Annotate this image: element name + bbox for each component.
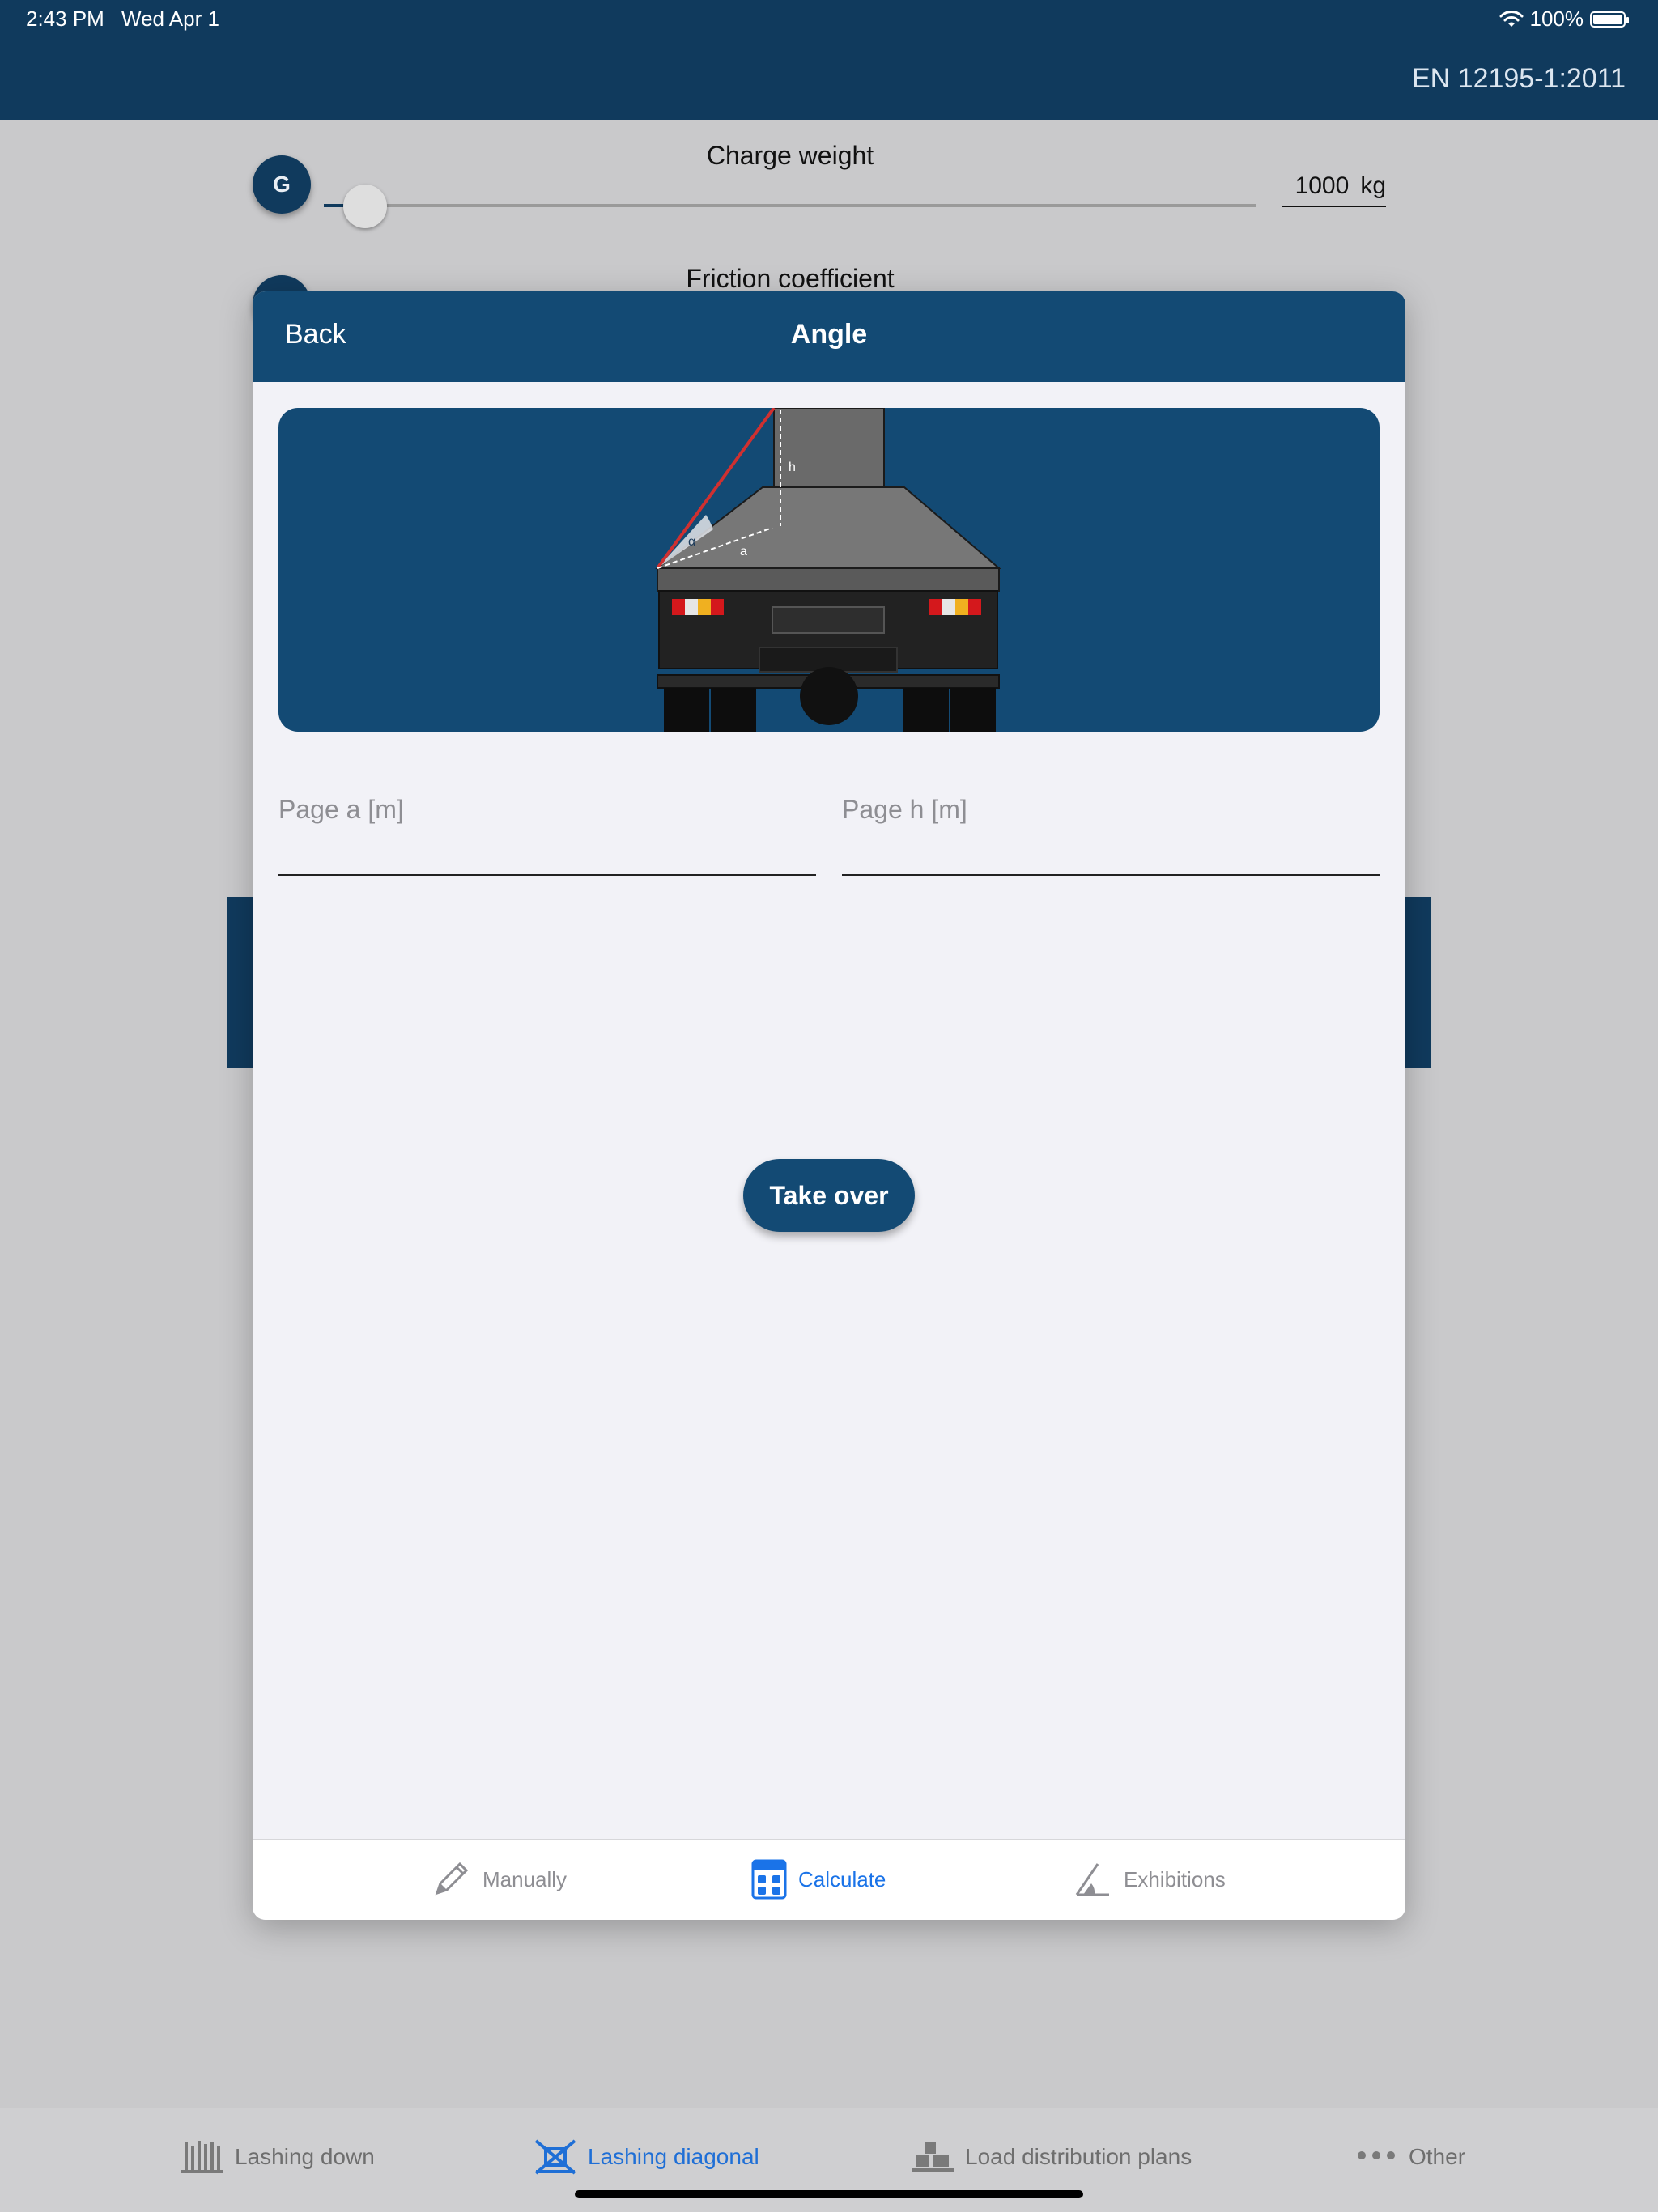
status-time: 2:43 PM: [26, 6, 104, 31]
status-date: Wed Apr 1: [121, 6, 219, 31]
tab-exhibitions-label: Exhibitions: [1124, 1866, 1226, 1891]
tab-lashing-down-label: Lashing down: [235, 2144, 375, 2169]
battery-icon: [1590, 11, 1629, 28]
modal-tab-bar: Manually Calculate Exhibitions: [253, 1839, 1405, 1920]
more-dots-icon: [1358, 2151, 1395, 2159]
modal-title: Angle: [790, 319, 868, 350]
tab-manually[interactable]: Manually: [431, 1859, 567, 1900]
page-a-field[interactable]: [278, 777, 816, 876]
angle-icon: [1075, 1863, 1109, 1896]
status-indicators: 100%: [1499, 6, 1629, 32]
tab-other-label: Other: [1409, 2144, 1466, 2169]
h-label: h: [789, 461, 796, 474]
tab-lashing-down[interactable]: Lashing down: [181, 2139, 375, 2175]
app-header: 2:43 PM Wed Apr 1 100% EN 12195-1:2011: [0, 0, 1658, 120]
tab-exhibitions[interactable]: Exhibitions: [1072, 1859, 1226, 1900]
tab-lashing-diagonal[interactable]: Lashing diagonal: [534, 2139, 759, 2175]
charge-weight-slider-track[interactable]: [324, 204, 1256, 207]
charge-weight-slider-thumb[interactable]: [343, 185, 387, 228]
page-h-input[interactable]: [842, 777, 1380, 874]
angle-modal: Back Angle α a h Page a [m] Page h [m] T…: [253, 291, 1405, 1920]
tab-load-distribution[interactable]: Load distribution plans: [912, 2139, 1192, 2175]
home-indicator[interactable]: [575, 2190, 1083, 2198]
charge-weight-value-field[interactable]: 1000 kg: [1282, 167, 1386, 207]
a-label: a: [740, 545, 747, 558]
tab-calculate-label: Calculate: [798, 1866, 886, 1891]
load-distribution-icon: [912, 2142, 954, 2172]
standard-label: EN 12195-1:2011: [1411, 63, 1626, 94]
alpha-label: α: [688, 535, 695, 549]
tab-manually-label: Manually: [483, 1866, 568, 1891]
take-over-button[interactable]: Take over: [743, 1159, 915, 1232]
modal-header: Back Angle: [253, 291, 1405, 382]
tab-load-distribution-label: Load distribution plans: [965, 2144, 1192, 2169]
lashing-down-icon: [181, 2141, 223, 2173]
battery-percent: 100%: [1529, 6, 1584, 31]
charge-weight-unit: kg: [1360, 172, 1386, 199]
wifi-icon: [1499, 10, 1523, 27]
calculator-icon: [751, 1859, 787, 1900]
tab-calculate[interactable]: Calculate: [751, 1859, 886, 1900]
tab-lashing-diagonal-label: Lashing diagonal: [588, 2144, 759, 2169]
lashing-diagonal-icon: [534, 2139, 576, 2175]
charge-weight-value: 1000: [1295, 172, 1350, 199]
truck-rear-diagram: α a h: [655, 408, 1001, 732]
page-h-field[interactable]: [842, 777, 1380, 876]
page-a-input[interactable]: [278, 777, 816, 874]
truck-angle-illustration: α a h: [278, 408, 1380, 732]
tab-other[interactable]: Other: [1355, 2139, 1465, 2175]
pencil-icon: [435, 1862, 469, 1896]
friction-coefficient-label: Friction coefficient: [686, 264, 895, 293]
